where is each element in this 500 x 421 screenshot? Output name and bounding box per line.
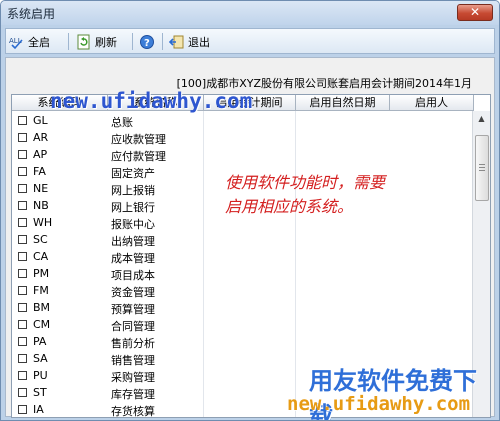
enable-checkbox[interactable] xyxy=(18,201,27,210)
enable-checkbox[interactable] xyxy=(18,167,27,176)
toolbar-separator xyxy=(162,33,163,50)
watermark-url: new.ufidawhy.com xyxy=(50,89,253,113)
grip-line xyxy=(479,164,485,165)
scroll-up-icon[interactable]: ▲ xyxy=(473,111,490,126)
enable-all-button[interactable]: ALL 全启 xyxy=(9,33,50,50)
enable-checkbox[interactable] xyxy=(18,150,27,159)
system-name: 资金管理 xyxy=(111,286,155,299)
enable-checkbox[interactable] xyxy=(18,252,27,261)
table-row[interactable]: AP 应付款管理 xyxy=(12,146,474,164)
system-name: 合同管理 xyxy=(111,320,155,333)
scroll-thumb[interactable] xyxy=(475,135,489,201)
system-code: FA xyxy=(33,165,46,178)
exit-label: 退出 xyxy=(188,35,210,49)
system-code: SA xyxy=(33,352,48,365)
annotation-note: 使用软件功能时，需要 启用相应的系统。 xyxy=(225,171,455,219)
enable-checkbox[interactable] xyxy=(18,133,27,142)
enable-checkbox[interactable] xyxy=(18,116,27,125)
system-name: 存货核算 xyxy=(111,405,155,418)
enable-checkbox[interactable] xyxy=(18,405,27,414)
table-row[interactable]: CM 合同管理 xyxy=(12,316,474,334)
system-code: FM xyxy=(33,284,49,297)
enable-checkbox[interactable] xyxy=(18,184,27,193)
system-name: 采购管理 xyxy=(111,371,155,384)
system-code: PU xyxy=(33,369,48,382)
system-name: 网上报销 xyxy=(111,184,155,197)
grip-line xyxy=(479,167,485,168)
system-code: GL xyxy=(33,114,48,127)
brand-watermark-url: new.ufidawhy.com xyxy=(287,393,471,415)
table-row[interactable]: AR 应收款管理 xyxy=(12,129,474,147)
system-code: IA xyxy=(33,403,44,416)
window-title: 系统启用 xyxy=(7,7,56,21)
system-name: 应付款管理 xyxy=(111,150,166,163)
table-row[interactable]: GL 总账 xyxy=(12,112,474,130)
svg-text:ALL: ALL xyxy=(9,37,22,45)
system-code: CM xyxy=(33,318,51,331)
enable-checkbox[interactable] xyxy=(18,320,27,329)
system-code: AP xyxy=(33,148,48,161)
refresh-icon xyxy=(76,34,92,50)
system-name: 固定资产 xyxy=(111,167,155,180)
enable-checkbox[interactable] xyxy=(18,371,27,380)
title-bar: 系统启用 ✕ xyxy=(1,1,499,25)
system-code: BM xyxy=(33,301,51,314)
system-code: NB xyxy=(33,199,49,212)
table-row[interactable]: CA 成本管理 xyxy=(12,248,474,266)
exit-icon xyxy=(168,34,185,50)
toolbar-separator xyxy=(68,33,69,50)
system-name: 预算管理 xyxy=(111,303,155,316)
table-row[interactable]: FM 资金管理 xyxy=(12,282,474,300)
system-name: 销售管理 xyxy=(111,354,155,367)
close-button[interactable]: ✕ xyxy=(457,4,493,21)
enable-checkbox[interactable] xyxy=(18,218,27,227)
toolbar-separator xyxy=(132,33,133,50)
system-code: ST xyxy=(33,386,47,399)
toolbar: ALL 全启 刷新 ? 退出 xyxy=(5,28,495,54)
system-code: SC xyxy=(33,233,48,246)
column-header-user[interactable]: 启用人 xyxy=(390,95,474,111)
annotation-line: 使用软件功能时，需要 xyxy=(225,173,386,192)
enable-checkbox[interactable] xyxy=(18,354,27,363)
annotation-line: 启用相应的系统。 xyxy=(225,197,354,216)
system-code: NE xyxy=(33,182,49,195)
system-name: 应收款管理 xyxy=(111,133,166,146)
system-code: PM xyxy=(33,267,50,280)
help-icon: ? xyxy=(139,34,155,50)
system-enable-window: 系统启用 ✕ ALL 全启 刷新 ? 退出 [100]成都市XYZ股份有限公司账… xyxy=(0,0,500,421)
refresh-label: 刷新 xyxy=(95,35,117,49)
grip-line xyxy=(479,170,485,171)
column-header-date[interactable]: 启用自然日期 xyxy=(296,95,390,111)
system-code: AR xyxy=(33,131,49,144)
table-row[interactable]: SC 出纳管理 xyxy=(12,231,474,249)
enable-checkbox[interactable] xyxy=(18,269,27,278)
system-name: 总账 xyxy=(111,116,133,129)
enable-checkbox[interactable] xyxy=(18,303,27,312)
system-name: 报账中心 xyxy=(111,218,155,231)
enable-checkbox[interactable] xyxy=(18,286,27,295)
system-code: WH xyxy=(33,216,53,229)
system-name: 网上银行 xyxy=(111,201,155,214)
exit-button[interactable]: 退出 xyxy=(168,33,210,50)
system-code: PA xyxy=(33,335,47,348)
system-name: 项目成本 xyxy=(111,269,155,282)
help-button[interactable]: ? xyxy=(139,33,158,50)
system-code: CA xyxy=(33,250,49,263)
system-name: 成本管理 xyxy=(111,252,155,265)
system-name: 售前分析 xyxy=(111,337,155,350)
enable-all-label: 全启 xyxy=(28,35,50,49)
enable-checkbox[interactable] xyxy=(18,235,27,244)
system-name: 库存管理 xyxy=(111,388,155,401)
table-row[interactable]: BM 预算管理 xyxy=(12,299,474,317)
enable-checkbox[interactable] xyxy=(18,388,27,397)
table-row[interactable]: PA 售前分析 xyxy=(12,333,474,351)
enable-all-icon: ALL xyxy=(9,34,25,50)
refresh-button[interactable]: 刷新 xyxy=(76,33,117,50)
table-row[interactable]: PM 项目成本 xyxy=(12,265,474,283)
system-name: 出纳管理 xyxy=(111,235,155,248)
enable-checkbox[interactable] xyxy=(18,337,27,346)
svg-text:?: ? xyxy=(144,38,150,49)
